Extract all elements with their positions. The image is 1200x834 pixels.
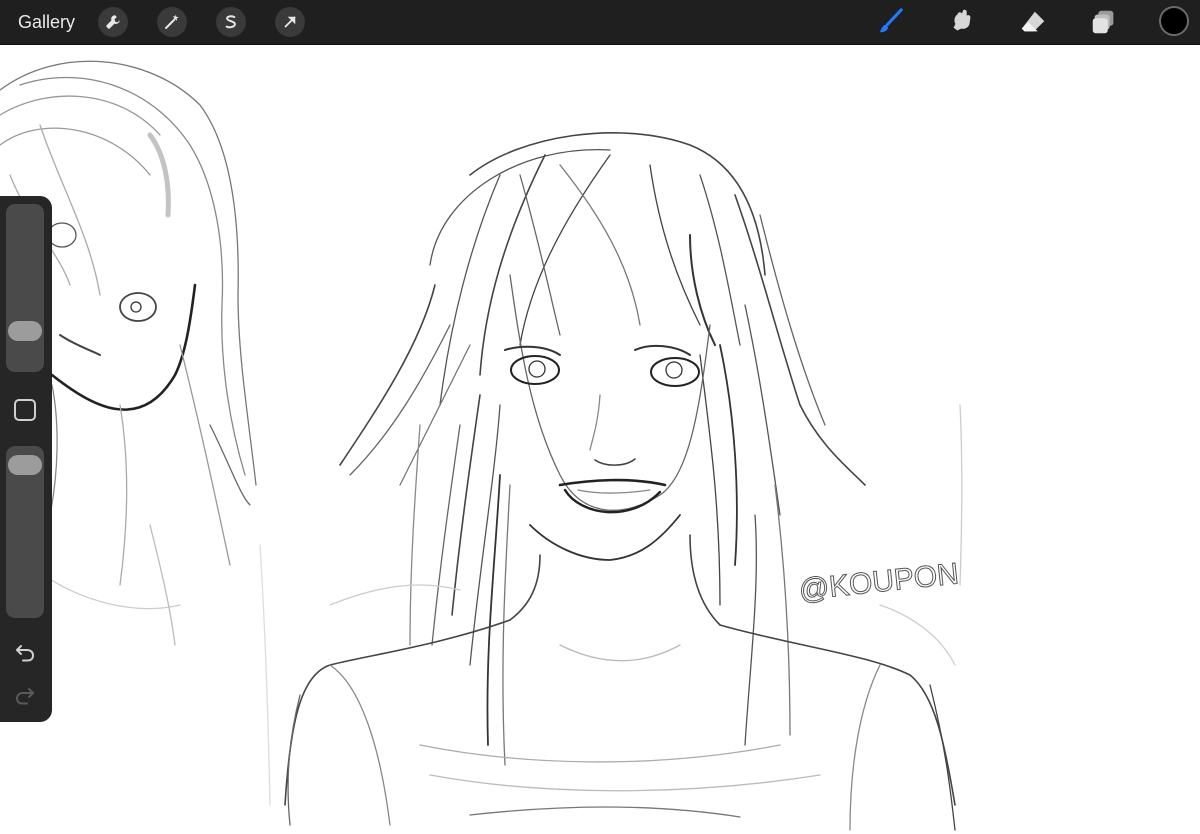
opacity-slider[interactable] <box>6 446 44 618</box>
brush-size-slider-thumb[interactable] <box>8 321 42 342</box>
redo-icon <box>15 688 34 705</box>
selection-button[interactable] <box>216 7 246 37</box>
eraser-tool[interactable] <box>1017 6 1049 38</box>
layers-icon <box>1092 10 1114 34</box>
brush-tool[interactable] <box>874 6 906 38</box>
transform-button[interactable] <box>275 7 305 37</box>
selection-icon <box>225 15 236 29</box>
drawing-canvas[interactable]: @KOUPON <box>0 45 1200 834</box>
opacity-slider-thumb[interactable] <box>8 455 42 476</box>
redo-button[interactable] <box>11 682 39 710</box>
left-sidebar <box>0 196 52 722</box>
sketch-artwork: @KOUPON <box>0 60 963 831</box>
wrench-icon <box>106 15 120 29</box>
undo-icon <box>16 645 35 662</box>
smudge-tool[interactable] <box>946 6 978 38</box>
adjustments-button[interactable] <box>157 7 187 37</box>
brush-icon <box>879 8 903 33</box>
color-picker-swatch[interactable] <box>1159 6 1189 36</box>
top-toolbar: Gallery <box>0 0 1200 45</box>
modify-button[interactable] <box>14 399 36 421</box>
gallery-button[interactable]: Gallery <box>18 12 75 32</box>
eraser-icon <box>1021 11 1045 32</box>
actions-button[interactable] <box>98 7 128 37</box>
artist-signature: @KOUPON <box>797 557 960 607</box>
transform-arrow-icon <box>284 16 296 28</box>
undo-button[interactable] <box>11 639 39 667</box>
magic-wand-icon <box>165 14 179 29</box>
layers-tool[interactable] <box>1088 6 1120 38</box>
brush-size-slider[interactable] <box>6 204 44 372</box>
smudge-icon <box>953 9 971 31</box>
